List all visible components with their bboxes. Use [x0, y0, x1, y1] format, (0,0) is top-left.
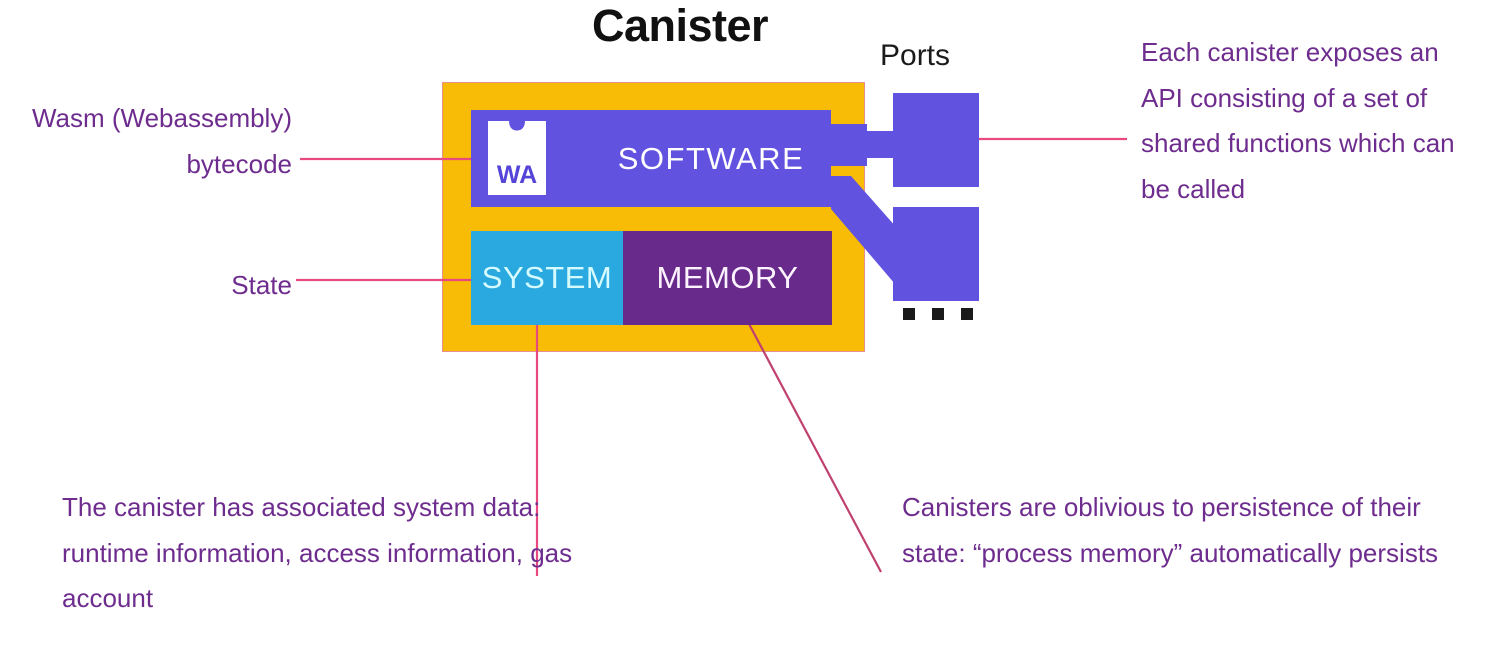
ellipsis-dot	[903, 308, 915, 320]
memory-block: MEMORY	[623, 231, 832, 325]
ports-ellipsis	[903, 308, 973, 320]
annotation-api: Each canister exposes an API consisting …	[1141, 37, 1455, 204]
system-block: SYSTEM	[471, 231, 623, 325]
ports-label: Ports	[880, 39, 951, 72]
annotation-system-data: The canister has associated system data:…	[62, 492, 573, 613]
webassembly-logo-icon: WA	[488, 121, 546, 195]
software-label: SOFTWARE	[617, 140, 805, 176]
annotation-wasm: Wasm (Webassembly) bytecode	[31, 103, 292, 179]
wasm-logo-text: WA	[497, 161, 537, 189]
ellipsis-dot	[932, 308, 944, 320]
page-title: Canister	[591, 0, 769, 51]
ellipsis-dot	[961, 308, 973, 320]
port-box-2	[893, 207, 979, 301]
annotation-memory-persistence: Canisters are oblivious to persistence o…	[902, 492, 1439, 568]
diagram-canvas: Canister Ports WA SOFTWARE SYSTEM MEMORY…	[0, 0, 1490, 668]
software-block: WA SOFTWARE	[471, 110, 831, 207]
port-box-1	[893, 93, 979, 187]
annotation-state: State	[231, 270, 292, 300]
